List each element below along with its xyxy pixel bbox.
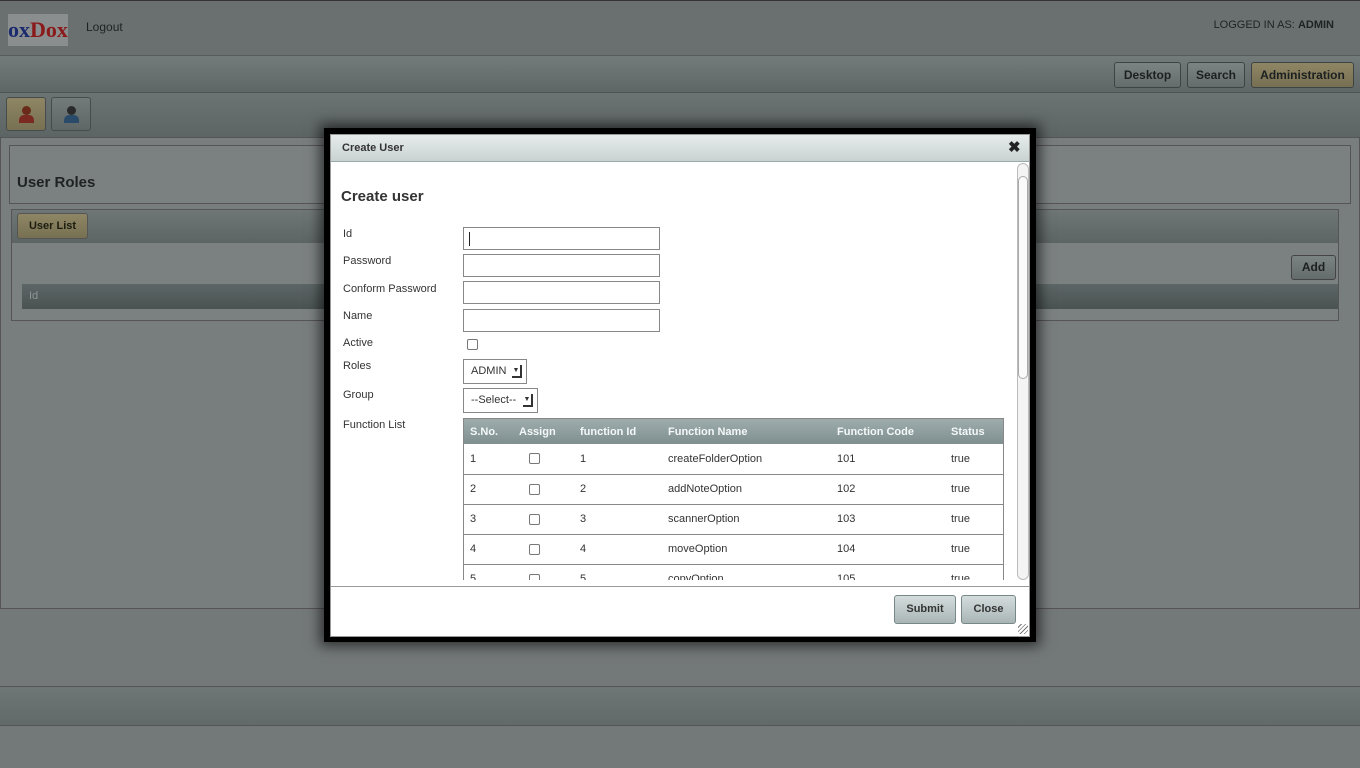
col-function-code: Function Code	[831, 419, 945, 444]
cell-function-code: 104	[831, 534, 945, 565]
confirm-password-label: Conform Password	[343, 283, 437, 295]
logged-in-status: LOGGED IN AS: ADMIN	[1214, 19, 1334, 31]
cell-sno: 1	[464, 444, 513, 475]
roles-label: Roles	[343, 360, 372, 372]
add-user-button[interactable]: Add	[1291, 255, 1336, 280]
id-label: Id	[343, 228, 353, 240]
password-input[interactable]	[463, 254, 660, 277]
close-icon[interactable]: ✖	[1008, 140, 1021, 156]
cell-sno: 4	[464, 534, 513, 565]
roles-value: ADMIN	[471, 365, 507, 377]
cell-status: true	[945, 504, 1003, 535]
cell-status: true	[945, 474, 1003, 505]
confirm-password-input[interactable]	[463, 281, 660, 304]
active-label: Active	[343, 337, 373, 349]
logo-text-ox: ox	[8, 17, 31, 42]
cell-sno: 3	[464, 504, 513, 535]
table-row: 1 1 createFolderOption 101 true	[464, 444, 1003, 475]
close-button[interactable]: Close	[961, 595, 1016, 624]
oxdox-logo: oxDox	[8, 14, 68, 46]
dropdown-arrow-icon: ▼	[523, 394, 533, 407]
assign-checkbox[interactable]	[529, 483, 540, 495]
cell-status: true	[945, 534, 1003, 565]
assign-checkbox[interactable]	[529, 513, 540, 525]
table-row: 2 2 addNoteOption 102 true	[464, 474, 1003, 505]
nav-administration-button[interactable]: Administration	[1251, 62, 1354, 88]
page-title: User Roles	[17, 174, 96, 191]
form-title: Create user	[341, 188, 424, 205]
app-footer	[0, 686, 1360, 726]
cell-sno: 5	[464, 564, 513, 580]
cell-function-code: 103	[831, 504, 945, 535]
cell-assign	[513, 444, 574, 475]
nav-search-button[interactable]: Search	[1187, 62, 1245, 88]
password-label: Password	[343, 255, 392, 267]
nav-desktop-button[interactable]: Desktop	[1114, 62, 1181, 88]
cell-function-id: 1	[574, 444, 662, 475]
cell-assign	[513, 564, 574, 580]
user-admin-icon[interactable]	[51, 97, 91, 131]
cell-assign	[513, 504, 574, 535]
cell-function-name: addNoteOption	[662, 474, 831, 505]
user-roles-icon[interactable]	[6, 97, 46, 131]
name-input[interactable]	[463, 309, 660, 332]
col-sno: S.No.	[464, 419, 513, 444]
logged-in-label: LOGGED IN AS:	[1213, 19, 1295, 31]
cell-function-id: 2	[574, 474, 662, 505]
function-list-label: Function List	[343, 419, 406, 431]
cell-status: true	[945, 564, 1003, 580]
logged-in-user: ADMIN	[1297, 19, 1334, 31]
cell-function-name: moveOption	[662, 534, 831, 565]
cell-function-id: 4	[574, 534, 662, 565]
dropdown-arrow-icon: ▼	[512, 365, 522, 378]
submit-button[interactable]: Submit	[894, 595, 956, 624]
scrollbar-thumb[interactable]	[1018, 176, 1028, 379]
table-row: 3 3 scannerOption 103 true	[464, 504, 1003, 535]
active-checkbox[interactable]	[467, 339, 478, 350]
cell-function-code: 102	[831, 474, 945, 505]
cell-function-name: copyOption	[662, 564, 831, 580]
cell-assign	[513, 474, 574, 505]
col-assign: Assign	[513, 419, 574, 444]
assign-checkbox[interactable]	[529, 573, 540, 580]
dialog-title: Create User	[331, 135, 1029, 162]
dialog-footer-divider	[331, 586, 1029, 587]
roles-select[interactable]: ADMIN ▼	[463, 359, 527, 384]
table-row: 4 4 moveOption 104 true	[464, 534, 1003, 565]
group-label: Group	[343, 389, 374, 401]
col-function-name: Function Name	[662, 419, 831, 444]
cell-status: true	[945, 444, 1003, 475]
app-header	[0, 0, 1360, 56]
function-list-table: S.No. Assign function Id Function Name F…	[463, 418, 1004, 580]
logout-link[interactable]: Logout	[86, 20, 123, 34]
table-row: 5 5 copyOption 105 true	[464, 564, 1003, 580]
cell-assign	[513, 534, 574, 565]
cell-function-id: 3	[574, 504, 662, 535]
cell-function-code: 101	[831, 444, 945, 475]
assign-checkbox[interactable]	[529, 453, 540, 465]
cell-function-name: scannerOption	[662, 504, 831, 535]
cell-function-code: 105	[831, 564, 945, 580]
tab-user-list[interactable]: User List	[17, 213, 88, 239]
id-input[interactable]	[463, 227, 660, 250]
col-status: Status	[945, 419, 1003, 444]
logo-text-dox: Dox	[30, 17, 68, 42]
cell-function-name: createFolderOption	[662, 444, 831, 475]
group-value: --Select--	[471, 394, 517, 406]
cell-sno: 2	[464, 474, 513, 505]
group-select[interactable]: --Select-- ▼	[463, 388, 538, 413]
resize-grip-icon[interactable]	[1018, 624, 1028, 634]
cell-function-id: 5	[574, 564, 662, 580]
col-function-id: function Id	[574, 419, 662, 444]
assign-checkbox[interactable]	[529, 543, 540, 555]
name-label: Name	[343, 310, 373, 322]
